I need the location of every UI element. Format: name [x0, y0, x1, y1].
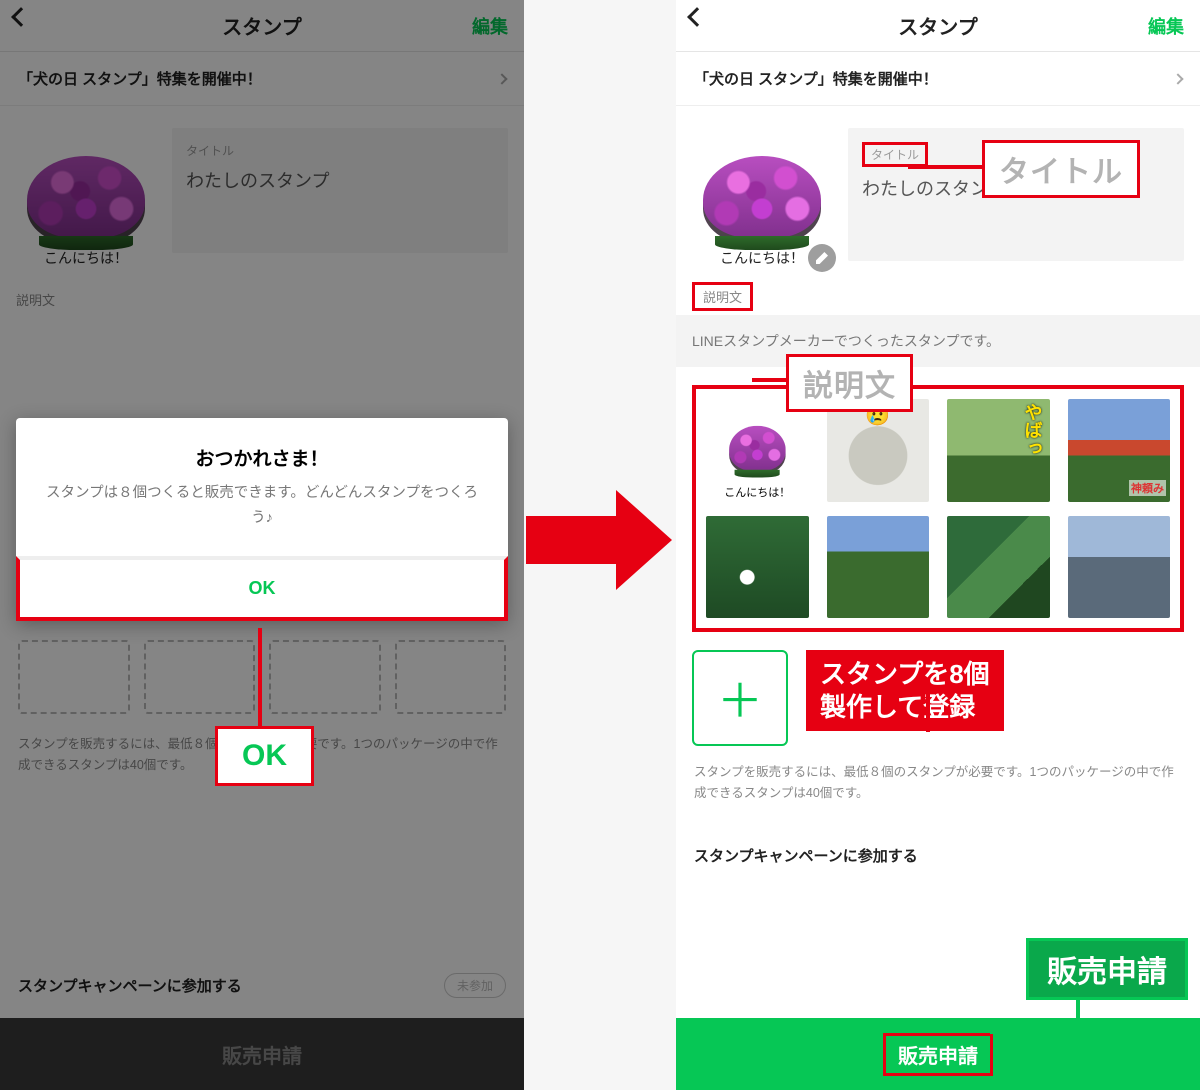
add-sticker-button[interactable]: ＋	[692, 650, 788, 746]
plus-icon: ＋	[717, 665, 763, 731]
pencil-icon	[816, 252, 828, 264]
chevron-right-icon	[1172, 73, 1183, 84]
annotation-connector	[1076, 996, 1080, 1030]
campaign-text: スタンプキャンペーンに参加する	[694, 845, 918, 866]
sticker-text: 神頼み	[1129, 480, 1166, 496]
feature-banner[interactable]: 「犬の日 スタンプ」特集を開催中！	[676, 52, 1200, 106]
header-title: スタンプ	[898, 11, 977, 40]
sticker-text: やばっ	[1020, 403, 1046, 457]
edit-button[interactable]: 編集	[1148, 13, 1184, 39]
apply-label: 販売申請	[883, 1033, 993, 1076]
left-screen: スタンプ 編集 「犬の日 スタンプ」特集を開催中！ こんにちは！ タイトル わた…	[0, 0, 524, 1090]
campaign-row[interactable]: スタンプキャンペーンに参加する	[676, 819, 1200, 886]
requirement-note: スタンプを販売するには、最低８個のスタンプが必要です。1つのパッケージの中で作成…	[676, 754, 1200, 819]
flower-image	[729, 426, 785, 474]
annotation-apply: 販売申請	[1026, 938, 1188, 1000]
annotation-desc-text: 説明文	[803, 370, 896, 403]
sticker-cell[interactable]: こんにちは！	[706, 399, 809, 502]
sticker-cell[interactable]	[1068, 516, 1171, 619]
transition-arrow-icon	[526, 490, 674, 590]
title-label: タイトル	[862, 142, 928, 167]
right-screen: スタンプ 編集 「犬の日 スタンプ」特集を開催中！ こんにちは！ タイトル わた…	[676, 0, 1200, 1090]
back-button[interactable]	[690, 10, 704, 29]
flower-image	[703, 156, 821, 244]
description-field[interactable]: LINEスタンプメーカーでつくったスタンプです。	[676, 315, 1200, 367]
annotation-connector	[258, 628, 262, 726]
annotation-ok: OK	[215, 726, 314, 786]
annotation-title: タイトル	[982, 140, 1140, 198]
annotation-connector	[908, 165, 982, 169]
sticker-cell[interactable]	[947, 516, 1050, 619]
completion-modal: おつかれさま！ スタンプは８個つくると販売できます。どんどんスタンプをつくろう♪…	[16, 418, 508, 621]
annotation-ok-text: OK	[242, 739, 287, 772]
annotation-connector	[926, 690, 930, 732]
modal-ok-button[interactable]: OK	[16, 556, 508, 621]
description-label: 説明文	[692, 282, 753, 311]
sticker-caption: こんにちは！	[724, 484, 790, 500]
annotation-apply-text: 販売申請	[1047, 956, 1167, 989]
sticker-grid: こんにちは！ やばっ 神頼み	[692, 385, 1184, 632]
modal-ok-label: OK	[249, 578, 276, 598]
annotation-desc: 説明文	[786, 354, 913, 412]
banner-text: 「犬の日 スタンプ」特集を開催中！	[694, 68, 938, 89]
sticker-cell[interactable]	[827, 399, 930, 502]
stamp-thumbnail[interactable]: こんにちは！	[692, 128, 832, 268]
chevron-left-icon	[687, 7, 707, 27]
description-value: LINEスタンプメーカーでつくったスタンプです。	[692, 333, 1000, 349]
modal-title: おつかれさま！	[16, 418, 508, 481]
sticker-cell[interactable]: やばっ	[947, 399, 1050, 502]
apply-button[interactable]: 販売申請	[676, 1018, 1200, 1090]
sticker-cell[interactable]	[827, 516, 930, 619]
sticker-cell[interactable]	[706, 516, 809, 619]
stamp-caption: こんにちは！	[720, 248, 804, 268]
annotation-title-text: タイトル	[999, 156, 1123, 189]
annotation-make8: スタンプを8個 製作して登録	[806, 650, 1004, 731]
sticker-cell[interactable]: 神頼み	[1068, 399, 1171, 502]
annotation-connector	[752, 378, 786, 382]
annotation-connector	[990, 1030, 1080, 1034]
header: スタンプ 編集	[676, 0, 1200, 52]
edit-thumbnail-button[interactable]	[808, 244, 836, 272]
modal-body: スタンプは８個つくると販売できます。どんどんスタンプをつくろう♪	[16, 481, 508, 556]
